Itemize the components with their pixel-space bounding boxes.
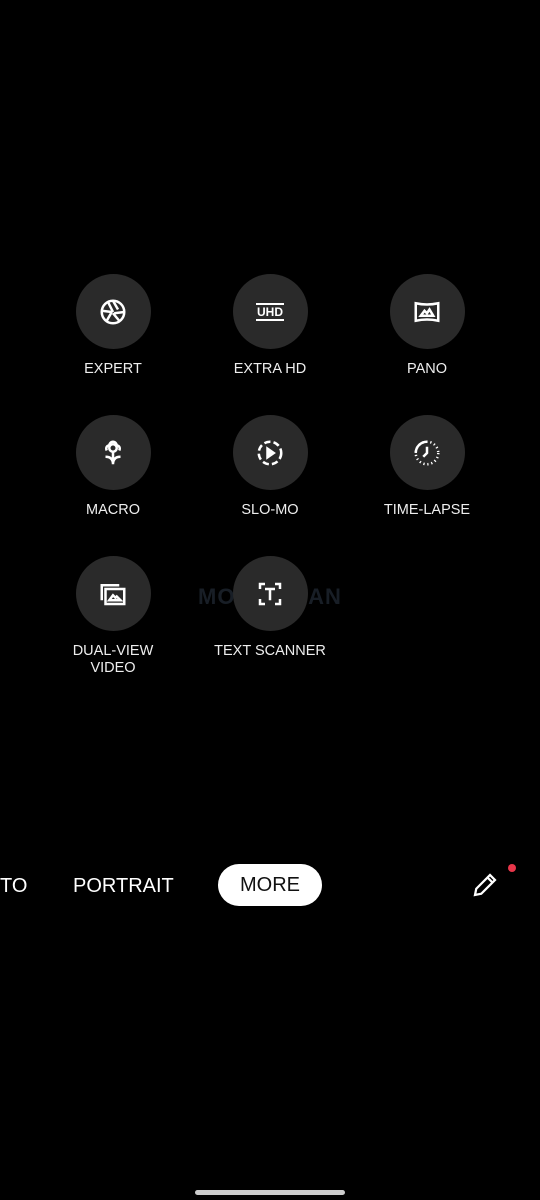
dual-view-icon [75,556,151,631]
mode-label: TIME-LAPSE [383,502,471,518]
home-indicator[interactable] [195,1190,345,1195]
mode-macro[interactable]: MACRO [33,415,193,519]
mode-bar-photo[interactable]: TO [0,872,27,900]
timelapse-icon [389,415,465,490]
text-scanner-icon [232,556,308,631]
mode-time-lapse[interactable]: TIME-LAPSE [347,415,507,519]
uhd-icon: UHD [232,274,308,349]
mode-label: SLO-MO [241,502,299,518]
mode-expert[interactable]: EXPERT [33,274,193,378]
mode-label: PANO [406,361,448,377]
mode-label: EXPERT [84,361,142,377]
flower-icon [75,415,151,490]
notification-dot [508,864,516,872]
aperture-icon [75,274,151,349]
mode-label: TEXT SCANNER [214,643,326,659]
mode-label: DUAL-VIEW VIDEO [72,643,154,676]
mode-label: MACRO [86,502,140,518]
mode-dual-view-video[interactable]: DUAL-VIEW VIDEO [33,556,193,677]
pencil-icon[interactable] [470,870,500,900]
mode-label: EXTRA HD [233,361,307,377]
mode-bar-portrait[interactable]: PORTRAIT [73,872,174,900]
mode-text-scanner[interactable]: TEXT SCANNER [190,556,350,660]
panorama-icon [389,274,465,349]
mode-bar-more[interactable]: MORE [218,864,322,906]
mode-extra-hd[interactable]: UHD EXTRA HD [190,274,350,378]
slow-motion-icon [232,415,308,490]
mode-slo-mo[interactable]: SLO-MO [190,415,350,519]
mode-pano[interactable]: PANO [347,274,507,378]
